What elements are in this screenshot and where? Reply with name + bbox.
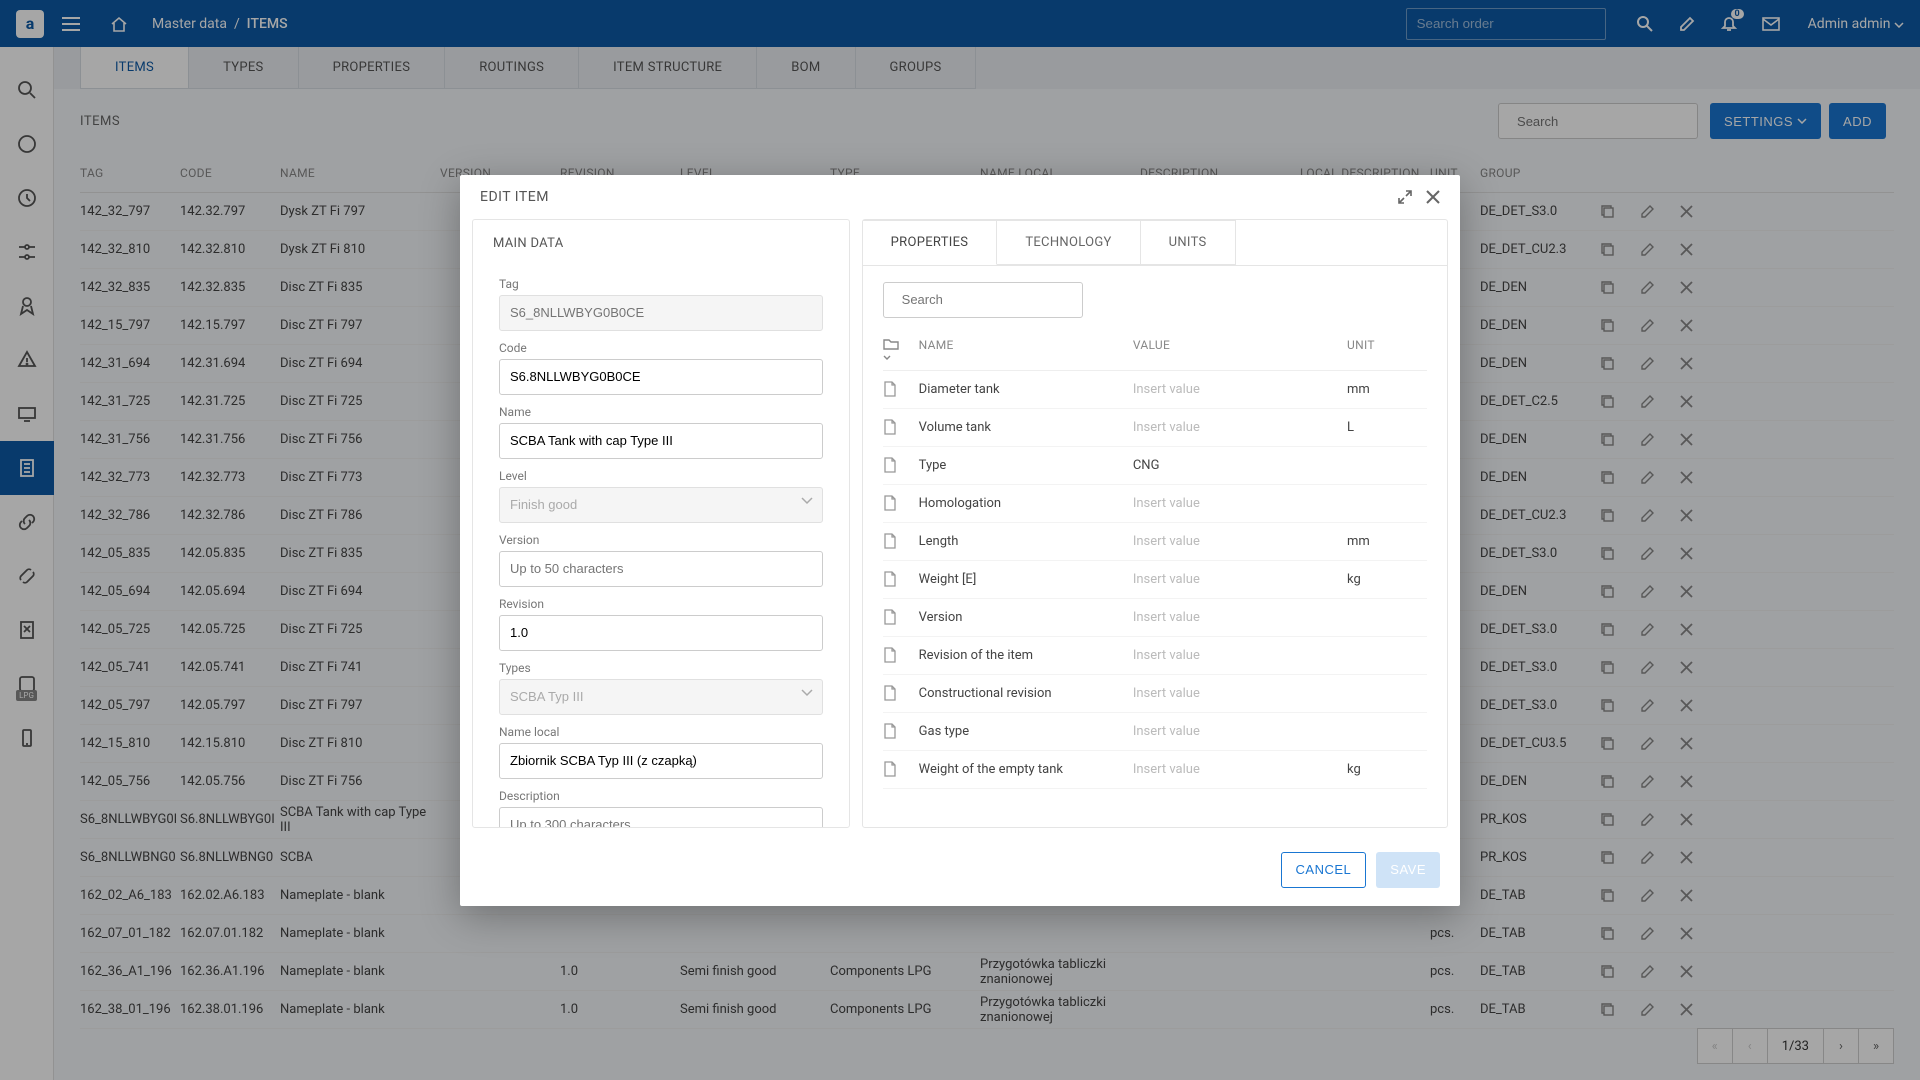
file-icon: [883, 419, 919, 435]
property-value[interactable]: Insert value: [1133, 534, 1347, 549]
property-name: Constructional revision: [919, 686, 1133, 701]
prop-tab-units[interactable]: UNITS: [1141, 220, 1236, 265]
property-name: Length: [919, 534, 1133, 549]
property-search-input[interactable]: [902, 292, 1078, 307]
property-row[interactable]: Gas typeInsert value: [883, 713, 1427, 751]
chevron-down-icon: [801, 689, 813, 697]
file-icon: [883, 685, 919, 701]
property-value[interactable]: Insert value: [1133, 382, 1347, 397]
level-select[interactable]: [499, 487, 823, 523]
property-value[interactable]: CNG: [1133, 458, 1347, 473]
property-value[interactable]: Insert value: [1133, 572, 1347, 587]
property-row[interactable]: LengthInsert valuemm: [883, 523, 1427, 561]
file-icon: [883, 495, 919, 511]
property-value[interactable]: Insert value: [1133, 420, 1347, 435]
nameloc-label: Name local: [499, 725, 823, 739]
property-row[interactable]: Revision of the itemInsert value: [883, 637, 1427, 675]
property-name: Weight of the empty tank: [919, 762, 1133, 777]
save-button[interactable]: SAVE: [1376, 852, 1440, 888]
prop-value-header: VALUE: [1133, 338, 1347, 364]
property-unit: kg: [1347, 762, 1427, 777]
property-name: Revision of the item: [919, 648, 1133, 663]
prop-name-header: NAME: [919, 338, 1133, 364]
property-value[interactable]: Insert value: [1133, 686, 1347, 701]
prop-tab-technology[interactable]: TECHNOLOGY: [997, 220, 1140, 265]
revision-label: Revision: [499, 597, 823, 611]
property-row[interactable]: Type threadInsert value: [883, 789, 1427, 791]
modal-overlay: EDIT ITEM MAIN DATA Tag Code Name Level: [0, 0, 1920, 1080]
property-row[interactable]: Volume tankInsert valueL: [883, 409, 1427, 447]
file-icon: [883, 609, 919, 625]
name-input[interactable]: [499, 423, 823, 459]
property-row[interactable]: VersionInsert value: [883, 599, 1427, 637]
close-icon[interactable]: [1426, 190, 1440, 204]
expand-icon[interactable]: [1398, 190, 1412, 204]
folder-toggle-icon[interactable]: [883, 338, 919, 364]
nameloc-input[interactable]: [499, 743, 823, 779]
version-label: Version: [499, 533, 823, 547]
code-label: Code: [499, 341, 823, 355]
types-select[interactable]: [499, 679, 823, 715]
desc-input[interactable]: [499, 807, 823, 827]
property-value[interactable]: Insert value: [1133, 610, 1347, 625]
file-icon: [883, 761, 919, 777]
property-name: Homologation: [919, 496, 1133, 511]
prop-tab-properties[interactable]: PROPERTIES: [863, 220, 998, 265]
property-unit: kg: [1347, 572, 1427, 587]
property-row[interactable]: Constructional revisionInsert value: [883, 675, 1427, 713]
file-icon: [883, 457, 919, 473]
cancel-button[interactable]: CANCEL: [1281, 852, 1367, 888]
property-value[interactable]: Insert value: [1133, 496, 1347, 511]
file-icon: [883, 533, 919, 549]
property-name: Type: [919, 458, 1133, 473]
desc-label: Description: [499, 789, 823, 803]
property-value[interactable]: Insert value: [1133, 648, 1347, 663]
chevron-down-icon: [801, 497, 813, 505]
file-icon: [883, 381, 919, 397]
tag-label: Tag: [499, 277, 823, 291]
property-unit: L: [1347, 420, 1427, 435]
tag-input: [499, 295, 823, 331]
property-name: Weight [E]: [919, 572, 1133, 587]
property-row[interactable]: TypeCNG: [883, 447, 1427, 485]
property-name: Diameter tank: [919, 382, 1133, 397]
file-icon: [883, 723, 919, 739]
property-row[interactable]: Weight [E]Insert valuekg: [883, 561, 1427, 599]
main-data-heading: MAIN DATA: [473, 220, 849, 267]
version-input[interactable]: [499, 551, 823, 587]
property-name: Gas type: [919, 724, 1133, 739]
modal-title: EDIT ITEM: [480, 189, 549, 205]
edit-item-modal: EDIT ITEM MAIN DATA Tag Code Name Level: [460, 175, 1460, 906]
file-icon: [883, 647, 919, 663]
property-row[interactable]: HomologationInsert value: [883, 485, 1427, 523]
level-label: Level: [499, 469, 823, 483]
property-row[interactable]: Diameter tankInsert valuemm: [883, 371, 1427, 409]
file-icon: [883, 571, 919, 587]
code-input[interactable]: [499, 359, 823, 395]
property-unit: mm: [1347, 534, 1427, 549]
property-name: Version: [919, 610, 1133, 625]
property-unit: mm: [1347, 382, 1427, 397]
prop-unit-header: UNIT: [1347, 338, 1427, 364]
types-label: Types: [499, 661, 823, 675]
revision-input[interactable]: [499, 615, 823, 651]
property-value[interactable]: Insert value: [1133, 762, 1347, 777]
property-value[interactable]: Insert value: [1133, 724, 1347, 739]
name-label: Name: [499, 405, 823, 419]
property-name: Volume tank: [919, 420, 1133, 435]
property-search[interactable]: [883, 282, 1083, 318]
property-row[interactable]: Weight of the empty tankInsert valuekg: [883, 751, 1427, 789]
